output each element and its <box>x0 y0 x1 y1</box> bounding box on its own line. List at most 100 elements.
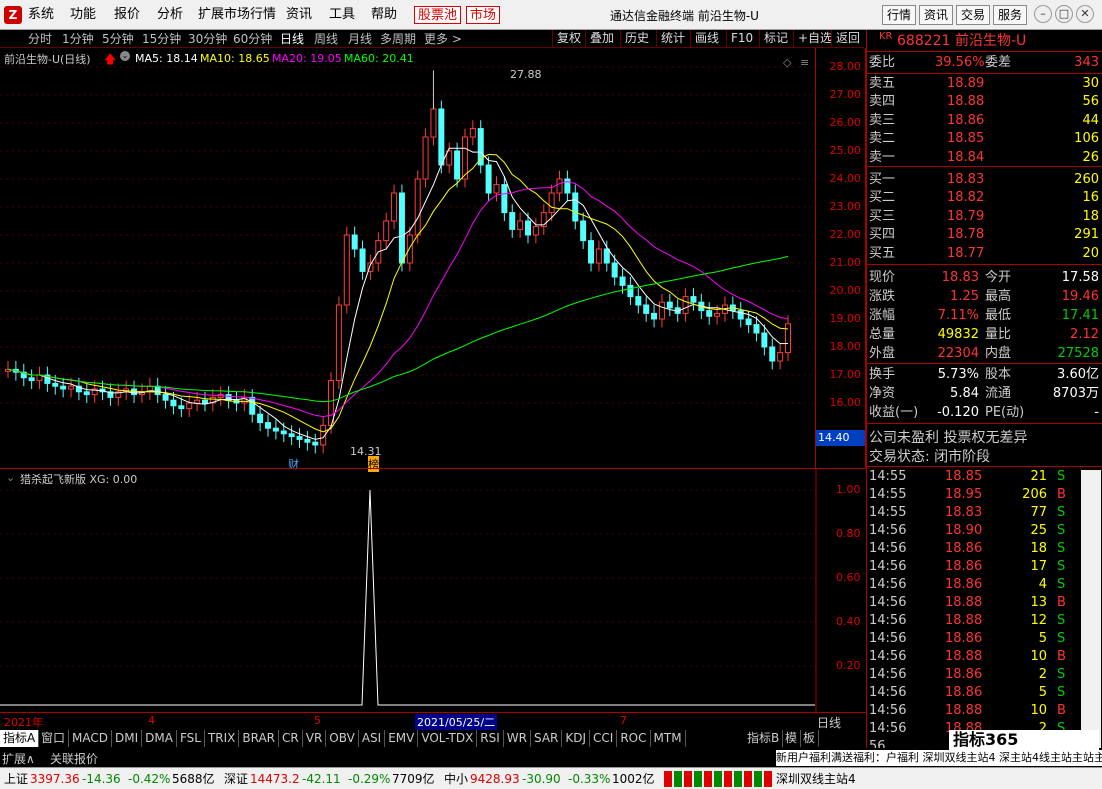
tab-board[interactable]: 板 <box>800 730 820 747</box>
tab-indicator-a[interactable]: 指标A <box>0 730 40 747</box>
menu-lines-icon[interactable]: ≡ <box>800 56 809 69</box>
tick-list[interactable]: 14:55 18.85 21 S 14:55 18.95 206 B 14:55 18.83 77 S… <box>867 468 1102 748</box>
diamond-icon[interactable]: ◇ <box>783 56 791 69</box>
index-zx-name[interactable]: 中小 <box>444 771 468 787</box>
kline-svg <box>0 66 815 454</box>
tab-vol-tdx[interactable]: VOL-TDX <box>418 730 478 747</box>
ask-row[interactable]: 卖一 18.84 26 <box>867 149 1102 167</box>
server-label[interactable]: 深圳双线主站4 <box>776 771 856 787</box>
mark-button[interactable]: 标记 <box>759 30 792 48</box>
period-daily[interactable]: 日线 <box>280 31 304 47</box>
indicator-chevron-icon[interactable]: ⌄ <box>6 471 15 484</box>
index-sh-name[interactable]: 上证 <box>4 771 28 787</box>
history-button[interactable]: 历史 <box>620 30 653 48</box>
period-timeshare[interactable]: 分时 <box>28 31 52 47</box>
tab-indicator-b[interactable]: 指标B <box>744 730 784 747</box>
expand-button[interactable]: 扩展∧ <box>2 750 35 767</box>
period-more[interactable]: 更多 > <box>424 31 462 47</box>
bid-price: 18.82 <box>947 190 985 206</box>
kline-chart[interactable] <box>0 48 866 468</box>
tab-dma[interactable]: DMA <box>142 730 177 747</box>
period-multi[interactable]: 多周期 <box>380 31 416 47</box>
news-button[interactable]: 资讯 <box>919 5 954 25</box>
candle-body <box>296 436 303 440</box>
menu-system[interactable]: 系统 <box>28 6 54 24</box>
tab-macd[interactable]: MACD <box>69 730 112 747</box>
period-monthly[interactable]: 月线 <box>348 31 372 47</box>
period-weekly[interactable]: 周线 <box>314 31 338 47</box>
scrollbar[interactable] <box>1081 470 1101 748</box>
tab-emv[interactable]: EMV <box>385 730 419 747</box>
axis-period-button[interactable]: 日线 <box>817 714 841 731</box>
tab-template[interactable]: 模 <box>782 730 802 747</box>
bid-row[interactable]: 买五 18.77 20 <box>867 245 1102 263</box>
f10-button[interactable]: F10 <box>726 30 757 48</box>
menu-market[interactable]: 市场 <box>466 6 501 24</box>
candle-body <box>658 301 665 320</box>
close-icon[interactable]: ✕ <box>1076 5 1094 23</box>
bid-row[interactable]: 买四 18.78 291 <box>867 226 1102 244</box>
menu-quote[interactable]: 报价 <box>114 6 140 24</box>
tab-obv[interactable]: OBV <box>326 730 359 747</box>
tab-fsl[interactable]: FSL <box>177 730 205 747</box>
bid-row[interactable]: 买二 18.82 16 <box>867 189 1102 207</box>
indicator-panel[interactable]: 1.00 0.80 0.60 0.40 0.20 <box>0 469 866 712</box>
menu-function[interactable]: 功能 <box>70 6 96 24</box>
menu-analysis[interactable]: 分析 <box>157 6 183 24</box>
tab-wr[interactable]: WR <box>504 730 531 747</box>
tab-asi[interactable]: ASI <box>359 730 386 747</box>
menu-help[interactable]: 帮助 <box>371 6 397 24</box>
price-tick: 17.00 <box>829 368 862 381</box>
stat-label: PE(动) <box>985 405 1025 420</box>
period-15min[interactable]: 15分钟 <box>142 31 181 47</box>
period-60min[interactable]: 60分钟 <box>233 31 272 47</box>
draw-button[interactable]: 画线 <box>690 30 723 48</box>
maximize-icon[interactable]: □ <box>1055 5 1073 23</box>
candle-body <box>194 399 201 404</box>
candle-body <box>635 296 642 306</box>
tick-volume: 25 <box>1030 523 1047 538</box>
period-30min[interactable]: 30分钟 <box>188 31 227 47</box>
add-watchlist-button[interactable]: +自选 <box>793 30 836 48</box>
tab-brar[interactable]: BRAR <box>239 730 280 747</box>
tab-dmi[interactable]: DMI <box>112 730 143 747</box>
tab-窗口[interactable]: 窗口 <box>38 730 70 747</box>
menu-tools[interactable]: 工具 <box>329 6 355 24</box>
tab-trix[interactable]: TRIX <box>205 730 240 747</box>
tab-roc[interactable]: ROC <box>617 730 651 747</box>
ask-row[interactable]: 卖五 18.89 30 <box>867 75 1102 93</box>
ask-label: 卖一 <box>869 149 896 165</box>
tab-cci[interactable]: CCI <box>590 730 618 747</box>
ask-row[interactable]: 卖三 18.86 44 <box>867 112 1102 130</box>
menu-news[interactable]: 资讯 <box>286 6 312 24</box>
index-sz-name[interactable]: 深证 <box>224 771 248 787</box>
minimize-icon[interactable]: – <box>1034 5 1052 23</box>
service-button[interactable]: 服务 <box>993 5 1028 25</box>
back-button[interactable]: 返回 <box>831 30 864 48</box>
tab-mtm[interactable]: MTM <box>651 730 686 747</box>
adjust-button[interactable]: 复权 <box>552 30 585 48</box>
ask-row[interactable]: 卖四 18.88 56 <box>867 93 1102 111</box>
period-1min[interactable]: 1分钟 <box>62 31 94 47</box>
bid-row[interactable]: 买三 18.79 18 <box>867 208 1102 226</box>
menu-extended-market[interactable]: 扩展市场行情 <box>198 6 276 24</box>
candle-body <box>28 377 35 382</box>
stats-button[interactable]: 统计 <box>656 30 689 48</box>
stat-value: 7.11% <box>937 308 979 323</box>
app-logo-icon: Z <box>4 6 22 24</box>
period-5min[interactable]: 5分钟 <box>102 31 134 47</box>
tab-vr[interactable]: VR <box>303 730 327 747</box>
quote-button[interactable]: 行情 <box>882 5 917 25</box>
overlay-button[interactable]: 叠加 <box>585 30 618 48</box>
ask-row[interactable]: 卖二 18.85 106 <box>867 130 1102 148</box>
bid-row[interactable]: 买一 18.83 260 <box>867 171 1102 189</box>
chevron-down-icon[interactable]: ⌄ <box>120 51 130 61</box>
tab-rsi[interactable]: RSI <box>477 730 504 747</box>
trade-button[interactable]: 交易 <box>956 5 991 25</box>
tab-sar[interactable]: SAR <box>531 730 563 747</box>
weibi-label: 委比 <box>869 55 896 70</box>
tab-cr[interactable]: CR <box>279 730 303 747</box>
menu-stock-pool[interactable]: 股票池 <box>414 6 462 24</box>
tab-kdj[interactable]: KDJ <box>562 730 591 747</box>
related-quotes-button[interactable]: 关联报价 <box>50 750 98 767</box>
